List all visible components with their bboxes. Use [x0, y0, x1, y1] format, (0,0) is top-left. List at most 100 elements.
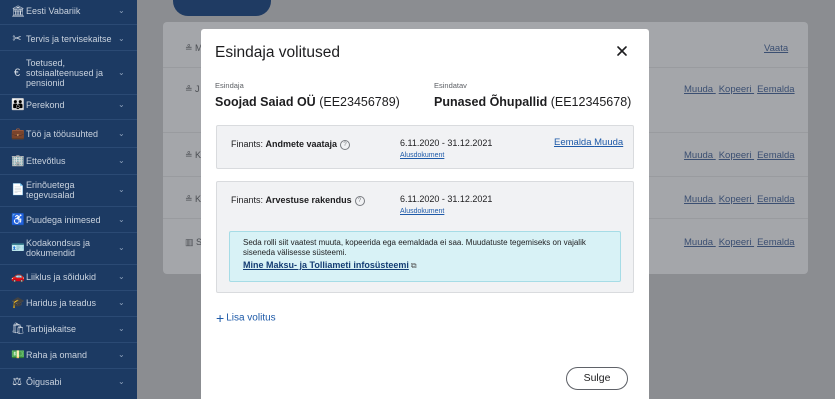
- sidebar: 🏛 Eesti Vabariik ⌄ ✂ Tervis ja terviseka…: [0, 0, 137, 399]
- top-action-button[interactable]: [173, 0, 271, 16]
- sidebar-item-haridus[interactable]: 🎓 Haridus ja teadus ⌄: [0, 294, 137, 312]
- represented-name: Punased Õhupallid: [434, 95, 548, 109]
- edit-link[interactable]: Muuda: [684, 237, 713, 248]
- sidebar-item-label: Perekond: [26, 100, 65, 110]
- sidebar-item-label: Õigusabi: [26, 377, 62, 387]
- chevron-down-icon: ⌄: [118, 350, 125, 359]
- divider: [0, 147, 137, 148]
- role-actions: Eemalda Muuda: [554, 137, 623, 148]
- sidebar-item-kodakondsus[interactable]: 🪪 Kodakondsus ja dokumendid ⌄: [0, 235, 137, 261]
- copy-link[interactable]: Kopeeri: [719, 237, 752, 248]
- divider: [0, 342, 137, 343]
- divider: [0, 94, 137, 95]
- close-button[interactable]: Sulge: [566, 367, 628, 390]
- source-document-link[interactable]: Alusdokument: [400, 208, 444, 215]
- divider: [0, 232, 137, 233]
- divider: [0, 316, 137, 317]
- role-dates: 6.11.2020 - 31.12.2021: [400, 194, 493, 204]
- sidebar-item-too[interactable]: 💼 Töö ja tööusuhted ⌄: [0, 125, 137, 143]
- sidebar-item-oigusabi[interactable]: ⚖ Õigusabi ⌄: [0, 373, 137, 391]
- chevron-down-icon: ⌄: [118, 156, 125, 165]
- id-card-icon: 🪪: [11, 242, 25, 254]
- money-icon: 💵: [11, 349, 25, 361]
- source-document-link[interactable]: Alusdokument: [400, 152, 444, 159]
- health-icon: ✂: [12, 33, 22, 45]
- copy-link[interactable]: Kopeeri: [719, 84, 752, 95]
- representative-name: Soojad Saiad OÜ: [215, 95, 316, 109]
- plus-icon: +: [216, 310, 225, 326]
- role-card: Finants: Andmete vaataja? 6.11.2020 - 31…: [216, 125, 634, 169]
- representative-authorizations-dialog: Esindaja volitused Esindaja Soojad Saiad…: [201, 29, 649, 399]
- divider: [0, 368, 137, 369]
- help-icon[interactable]: ?: [340, 139, 351, 150]
- copy-link[interactable]: Kopeeri: [719, 150, 752, 161]
- sidebar-item-label: Ettevõtlus: [26, 156, 66, 166]
- briefcase-icon: 💼: [11, 128, 25, 140]
- help-icon[interactable]: ?: [354, 195, 365, 206]
- row-actions: Muuda Kopeeri Eemalda: [681, 150, 795, 161]
- car-icon: 🚗: [11, 271, 25, 283]
- chevron-down-icon: ⌄: [118, 243, 125, 252]
- divider: [0, 119, 137, 120]
- info-notice: Seda rolli siit vaatest muuta, kopeerida…: [229, 231, 621, 282]
- sidebar-item-tarbijakaitse[interactable]: 🛍 Tarbijakaitse ⌄: [0, 320, 137, 338]
- sidebar-item-label: Erinõuetega tegevusalad: [26, 180, 75, 200]
- representative-code: (EE23456789): [319, 95, 400, 109]
- external-system-link[interactable]: Mine Maksu- ja Tolliameti infosüsteemi ⧉: [243, 260, 417, 271]
- remove-link[interactable]: Eemalda: [757, 150, 795, 161]
- role-card: Finants: Arvestuse rakendus? 6.11.2020 -…: [216, 181, 634, 293]
- chevron-down-icon: ⌄: [118, 215, 125, 224]
- sidebar-item-puudega[interactable]: ♿ Puudega inimesed ⌄: [0, 211, 137, 229]
- copy-link[interactable]: Kopeeri: [719, 194, 752, 205]
- chevron-down-icon: ⌄: [118, 324, 125, 333]
- sidebar-item-tervis[interactable]: ✂ Tervis ja tervisekaitse ⌄: [0, 31, 137, 47]
- document-icon: 📄: [11, 184, 25, 196]
- divider: [0, 290, 137, 291]
- represented-label: Esindatav: [434, 81, 467, 90]
- sidebar-item-ettevotlus[interactable]: 🏢 Ettevõtlus ⌄: [0, 152, 137, 170]
- edit-link[interactable]: Muuda: [684, 194, 713, 205]
- dialog-title: Esindaja volitused: [215, 44, 340, 61]
- sidebar-item-label: Liiklus ja sõidukid: [26, 272, 97, 282]
- family-icon: 👪: [11, 99, 25, 111]
- edit-link[interactable]: Muuda: [594, 137, 623, 148]
- row-actions: Vaata: [761, 43, 788, 54]
- remove-link[interactable]: Eemalda: [757, 237, 795, 248]
- chevron-down-icon: ⌄: [118, 68, 125, 77]
- represented-code: (EE12345678): [550, 95, 632, 109]
- remove-link[interactable]: Eemalda: [757, 194, 795, 205]
- divider: [0, 174, 137, 175]
- view-link[interactable]: Vaata: [764, 43, 788, 54]
- sidebar-item-liiklus[interactable]: 🚗 Liiklus ja sõidukid ⌄: [0, 268, 137, 286]
- chevron-down-icon: ⌄: [118, 6, 125, 15]
- sidebar-item-label: Kodakondsus ja dokumendid: [26, 238, 91, 258]
- company-row-marker: ▥ S: [185, 237, 203, 247]
- edit-link[interactable]: Muuda: [684, 84, 713, 95]
- office-icon: 🏢: [11, 155, 25, 167]
- role-title: Finants: Arvestuse rakendus?: [231, 195, 365, 206]
- accessibility-icon: ♿: [11, 214, 25, 226]
- add-authorization-button[interactable]: + Lisa volitus: [216, 310, 276, 326]
- person-row-marker: ≗ M: [185, 43, 203, 53]
- sidebar-item-label: Eesti Vabariik: [26, 6, 81, 16]
- close-icon[interactable]: [614, 43, 630, 59]
- role-dates: 6.11.2020 - 31.12.2021: [400, 138, 493, 148]
- graduation-icon: 🎓: [11, 297, 25, 309]
- sidebar-item-label: Raha ja omand: [26, 350, 88, 360]
- divider: [0, 206, 137, 207]
- chevron-down-icon: ⌄: [118, 34, 125, 43]
- chevron-down-icon: ⌄: [118, 298, 125, 307]
- sidebar-item-toetused[interactable]: € Toetused, sotsiaalteenused ja pensioni…: [0, 55, 137, 91]
- sidebar-item-erinouetega[interactable]: 📄 Erinõuetega tegevusalad ⌄: [0, 177, 137, 203]
- edit-link[interactable]: Muuda: [684, 150, 713, 161]
- sidebar-item-eesti-vabariik[interactable]: 🏛 Eesti Vabariik ⌄: [0, 0, 137, 18]
- sidebar-item-raha[interactable]: 💵 Raha ja omand ⌄: [0, 346, 137, 364]
- external-link-icon: ⧉: [410, 261, 417, 270]
- row-actions: Muuda Kopeeri Eemalda: [681, 237, 795, 248]
- bag-icon: 🛍: [11, 323, 25, 335]
- represented-value: Punased Õhupallid (EE12345678): [434, 95, 631, 109]
- remove-link[interactable]: Eemalda: [554, 137, 592, 148]
- scales-icon: ⚖: [12, 376, 22, 388]
- sidebar-item-perekond[interactable]: 👪 Perekond ⌄: [0, 96, 137, 114]
- remove-link[interactable]: Eemalda: [757, 84, 795, 95]
